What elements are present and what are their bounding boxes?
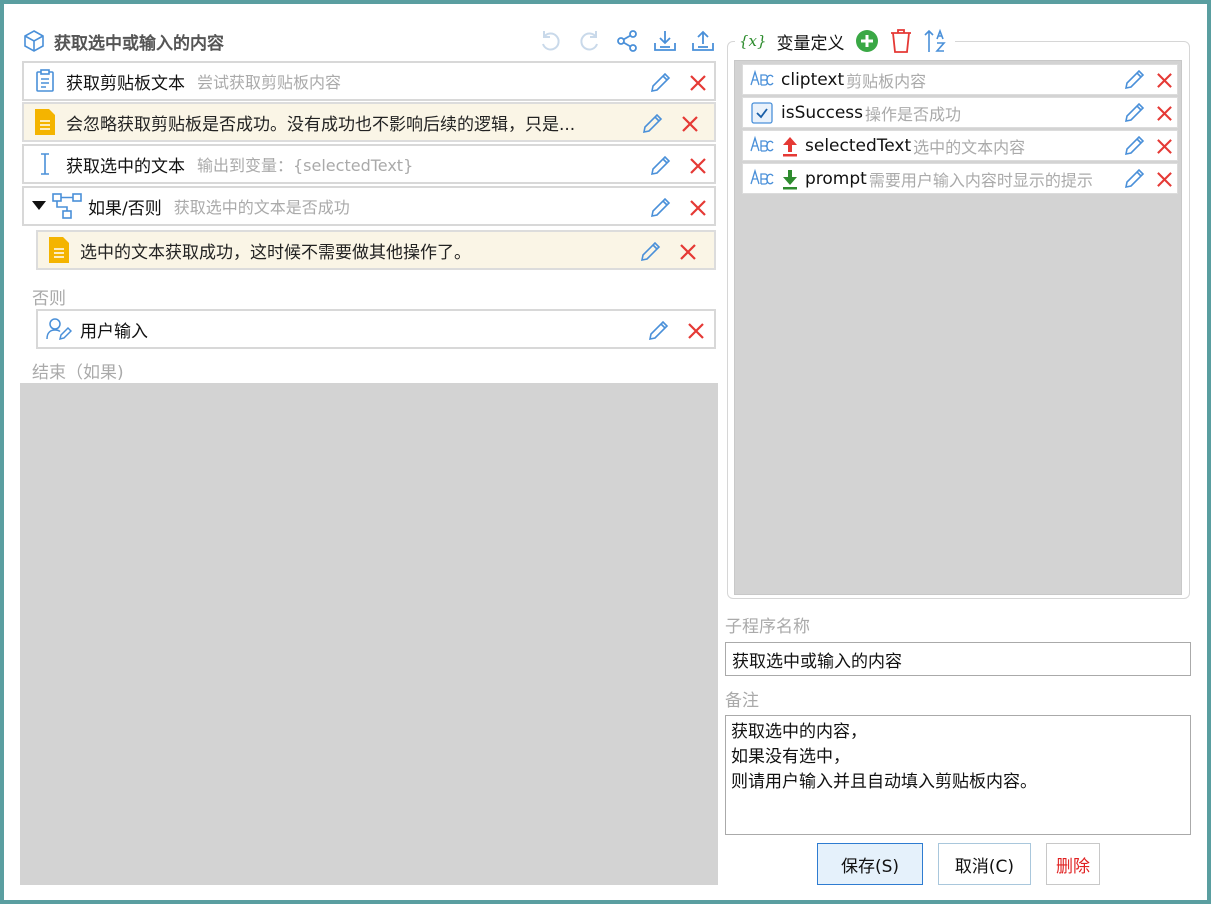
user-edit-icon bbox=[44, 314, 74, 344]
delete-icon[interactable] bbox=[1151, 133, 1177, 159]
flow-branch-icon bbox=[52, 191, 82, 221]
toolbar bbox=[536, 26, 718, 56]
step-name: 如果/否则 bbox=[88, 198, 162, 219]
edit-icon[interactable] bbox=[646, 152, 674, 180]
input-arrow-icon bbox=[781, 168, 799, 190]
text-cursor-icon bbox=[30, 149, 60, 179]
undo-icon[interactable] bbox=[536, 26, 566, 56]
delete-icon[interactable] bbox=[676, 110, 704, 138]
add-variable-icon[interactable] bbox=[855, 29, 879, 53]
note-text: 会忽略获取剪贴板是否成功。没有成功也不影响后续的逻辑，只是... bbox=[66, 114, 576, 135]
title-bar: 获取选中或输入的内容 bbox=[22, 26, 718, 56]
edit-icon[interactable] bbox=[1121, 166, 1147, 192]
edit-icon[interactable] bbox=[638, 110, 666, 138]
step-name: 获取剪贴板文本 bbox=[66, 73, 185, 94]
collapse-triangle-icon[interactable] bbox=[32, 201, 46, 211]
edit-icon[interactable] bbox=[1121, 133, 1147, 159]
edit-icon[interactable] bbox=[644, 317, 672, 345]
delete-icon[interactable] bbox=[674, 238, 702, 266]
variables-list: cliptext 剪贴板内容 isSuccess 操作是否成功 selected… bbox=[734, 60, 1182, 595]
redo-icon[interactable] bbox=[574, 26, 604, 56]
edit-icon[interactable] bbox=[1121, 67, 1147, 93]
variables-header: {x} 变量定义 bbox=[735, 27, 955, 55]
name-label: 子程序名称 bbox=[725, 617, 810, 637]
variable-item[interactable]: isSuccess 操作是否成功 bbox=[742, 97, 1178, 128]
checkbox-variable-icon bbox=[749, 100, 775, 126]
note-icon bbox=[44, 235, 74, 265]
page-title: 获取选中或输入的内容 bbox=[54, 33, 224, 54]
subroutine-name-input[interactable] bbox=[725, 642, 1191, 676]
step-note[interactable]: 选中的文本获取成功，这时候不需要做其他操作了。 bbox=[36, 230, 716, 270]
step-if-else[interactable]: 如果/否则 获取选中的文本是否成功 bbox=[22, 186, 716, 226]
else-label: 否则 bbox=[32, 289, 66, 309]
import-icon[interactable] bbox=[650, 26, 680, 56]
share-icon[interactable] bbox=[612, 26, 642, 56]
cancel-button[interactable]: 取消(C) bbox=[938, 843, 1031, 885]
step-name: 获取选中的文本 bbox=[66, 156, 185, 177]
text-variable-icon bbox=[749, 67, 775, 93]
variable-item[interactable]: cliptext 剪贴板内容 bbox=[742, 64, 1178, 95]
variable-name: prompt bbox=[805, 168, 867, 189]
variable-desc: 剪贴板内容 bbox=[846, 71, 927, 91]
step-desc: 尝试获取剪贴板内容 bbox=[197, 73, 342, 92]
variable-name: isSuccess bbox=[781, 102, 864, 123]
trash-icon[interactable] bbox=[889, 28, 913, 54]
edit-icon[interactable] bbox=[636, 238, 664, 266]
clipboard-icon bbox=[30, 66, 60, 96]
step-user-input[interactable]: 用户输入 bbox=[36, 309, 716, 349]
text-variable-icon bbox=[749, 133, 775, 159]
variable-name: selectedText bbox=[805, 135, 912, 156]
delete-icon[interactable] bbox=[684, 194, 712, 222]
save-button[interactable]: 保存(S) bbox=[817, 843, 923, 885]
step-get-selected-text[interactable]: 获取选中的文本 输出到变量：{selectedText} bbox=[22, 144, 716, 184]
edit-icon[interactable] bbox=[646, 194, 674, 222]
step-list: 获取剪贴板文本 尝试获取剪贴板内容 会忽略获取剪贴板是否成功。没有成功也不影响后… bbox=[20, 59, 718, 885]
step-desc: 输出到变量：{selectedText} bbox=[197, 156, 414, 175]
variable-name: cliptext bbox=[781, 69, 845, 90]
variable-desc: 需要用户输入内容时显示的提示 bbox=[868, 170, 1093, 190]
variable-desc: 操作是否成功 bbox=[865, 104, 962, 124]
edit-icon[interactable] bbox=[1121, 100, 1147, 126]
variable-icon: {x} bbox=[739, 32, 767, 50]
step-desc: 获取选中的文本是否成功 bbox=[173, 198, 350, 217]
cube-icon bbox=[22, 29, 46, 53]
step-note[interactable]: 会忽略获取剪贴板是否成功。没有成功也不影响后续的逻辑，只是... bbox=[22, 102, 716, 142]
delete-button[interactable]: 删除 bbox=[1046, 843, 1100, 885]
delete-icon[interactable] bbox=[682, 317, 710, 345]
memo-label: 备注 bbox=[725, 691, 759, 711]
text-variable-icon bbox=[749, 166, 775, 192]
delete-icon[interactable] bbox=[1151, 100, 1177, 126]
end-if-label: 结束（如果) bbox=[32, 363, 124, 383]
variable-item[interactable]: selectedText 选中的文本内容 bbox=[742, 130, 1178, 161]
edit-icon[interactable] bbox=[646, 69, 674, 97]
delete-icon[interactable] bbox=[684, 152, 712, 180]
note-icon bbox=[30, 107, 60, 137]
step-name: 用户输入 bbox=[80, 321, 148, 342]
memo-textarea[interactable]: 获取选中的内容， 如果没有选中， 则请用户输入并且自动填入剪贴板内容。 bbox=[725, 715, 1191, 835]
delete-icon[interactable] bbox=[1151, 67, 1177, 93]
variables-title: 变量定义 bbox=[776, 33, 845, 54]
delete-icon[interactable] bbox=[1151, 166, 1177, 192]
delete-icon[interactable] bbox=[684, 69, 712, 97]
export-icon[interactable] bbox=[688, 26, 718, 56]
step-get-clipboard[interactable]: 获取剪贴板文本 尝试获取剪贴板内容 bbox=[22, 61, 716, 101]
output-arrow-icon bbox=[781, 135, 799, 157]
note-text: 选中的文本获取成功，这时候不需要做其他操作了。 bbox=[80, 242, 471, 263]
variable-desc: 选中的文本内容 bbox=[913, 137, 1026, 157]
variable-item[interactable]: prompt 需要用户输入内容时显示的提示 bbox=[742, 163, 1178, 194]
sort-az-icon[interactable] bbox=[923, 28, 949, 54]
